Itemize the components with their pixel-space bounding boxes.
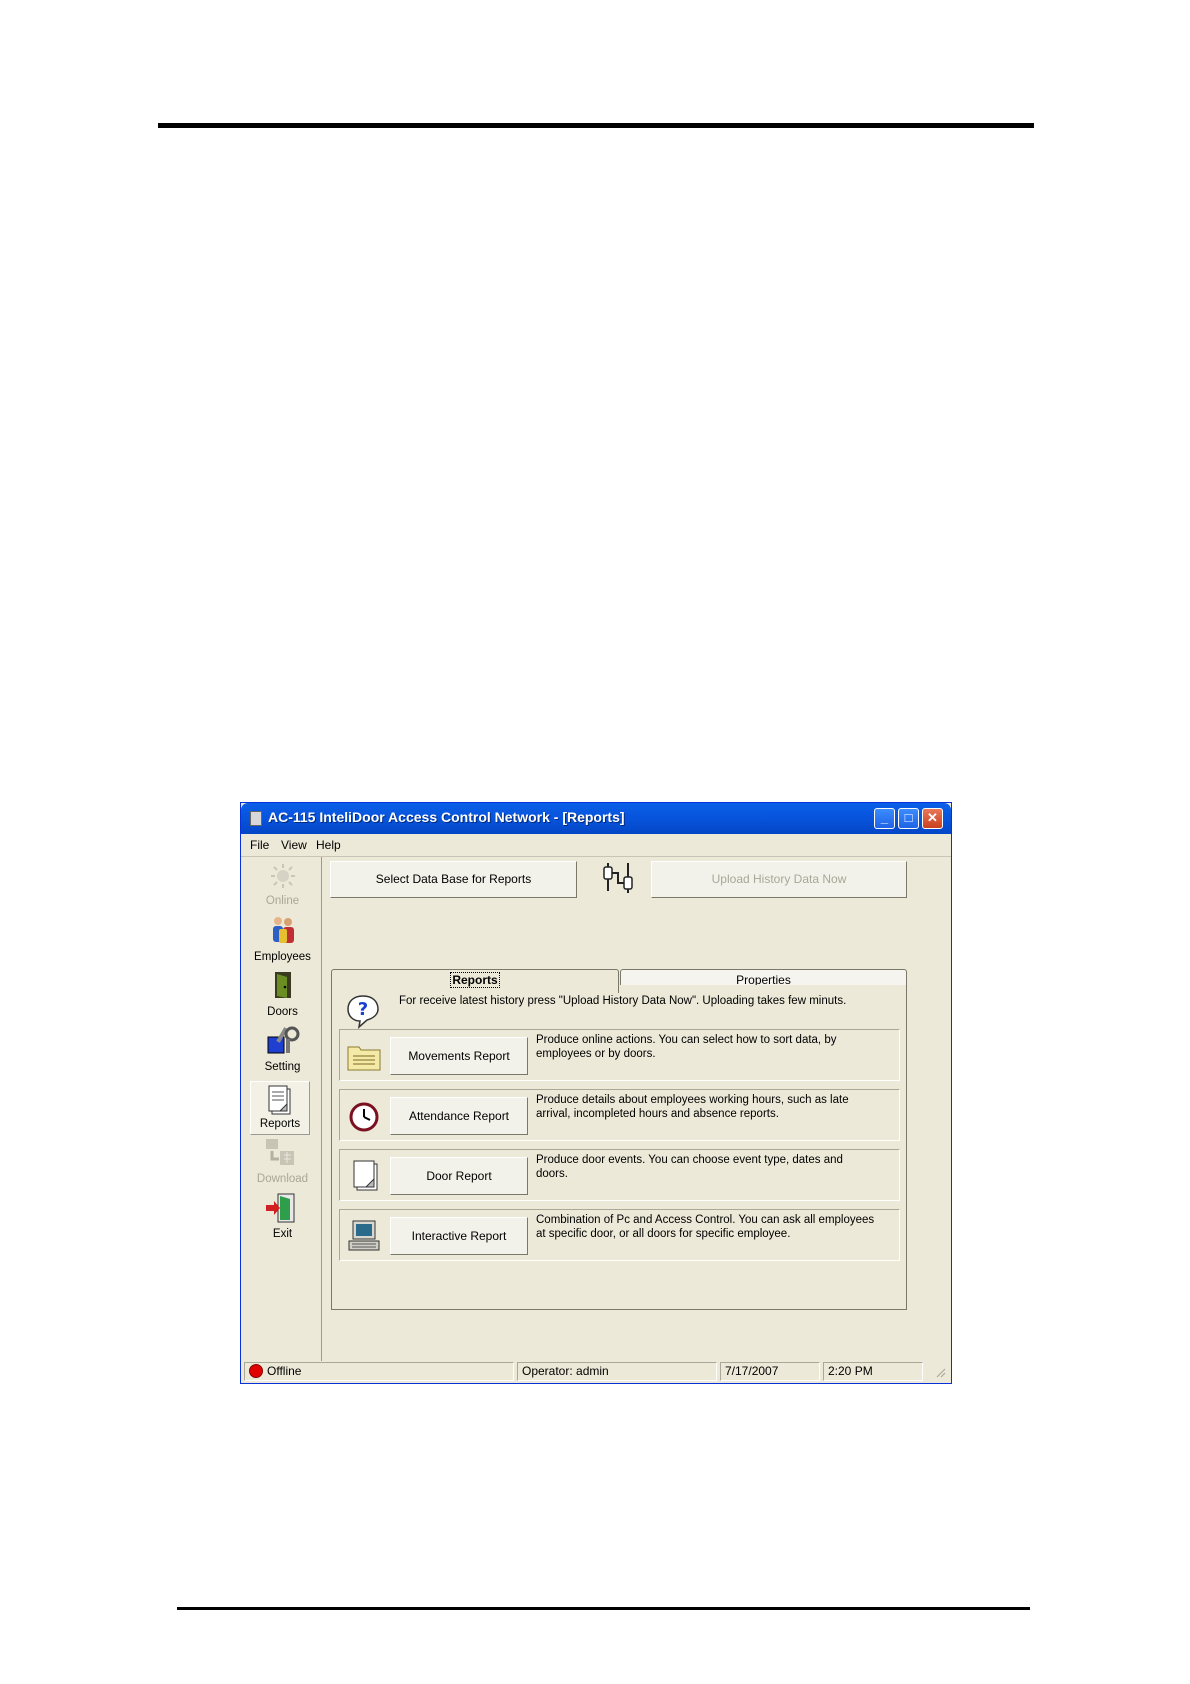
connection-status-text: Offline: [267, 1364, 302, 1378]
sidebar-item-employees[interactable]: Employees: [244, 915, 321, 969]
sidebar-item-label: Setting: [264, 1061, 301, 1073]
attendance-report-description: Produce details about employees working …: [536, 1094, 849, 1120]
operator-status: Operator: admin: [517, 1362, 717, 1381]
download-icon: [266, 1139, 294, 1165]
folder-list-icon: [347, 1046, 381, 1071]
connection-status: Offline: [244, 1362, 514, 1381]
report-row-door: Door Report Produce door events. You can…: [339, 1149, 900, 1201]
help-question-icon: ?: [347, 995, 379, 1029]
movements-report-button[interactable]: Movements Report: [390, 1037, 528, 1075]
window-title: AC-115 InteliDoor Access Control Network…: [268, 809, 625, 825]
app-window: AC-115 InteliDoor Access Control Network…: [240, 802, 952, 1384]
sidebar-item-online[interactable]: Online: [244, 859, 321, 913]
sun-icon: [271, 864, 295, 888]
tab-reports[interactable]: Reports: [331, 969, 619, 993]
interactive-report-button[interactable]: Interactive Report: [390, 1217, 528, 1255]
sidebar-item-doors[interactable]: Doors: [244, 970, 321, 1024]
sidebar-item-label: Download: [256, 1173, 309, 1185]
select-database-button[interactable]: Select Data Base for Reports: [330, 861, 577, 898]
people-icon: [273, 917, 294, 943]
sidebar-item-download[interactable]: Download: [244, 1137, 321, 1191]
sidebar-item-setting[interactable]: Setting: [244, 1025, 321, 1079]
sidebar-item-label: Employees: [254, 951, 311, 963]
app-icon: [250, 811, 262, 826]
document-icon: [353, 1160, 378, 1191]
connection-icon: [603, 863, 633, 893]
interactive-report-description: Combination of Pc and Access Control. Yo…: [536, 1214, 875, 1240]
minimize-button[interactable]: _: [874, 808, 895, 829]
door-icon: [275, 972, 291, 998]
tab-reports-label: Reports: [450, 972, 500, 988]
door-report-description: Produce door events. You can choose even…: [536, 1154, 843, 1180]
menu-view[interactable]: View: [281, 838, 307, 852]
tools-icon: [267, 1026, 300, 1054]
status-time: 2:20 PM: [823, 1362, 923, 1381]
menu-help[interactable]: Help: [316, 838, 341, 852]
page-top-rule: [158, 123, 1034, 128]
upload-history-button[interactable]: Upload History Data Now: [651, 861, 907, 898]
door-report-button[interactable]: Door Report: [390, 1157, 528, 1195]
exit-icon: [266, 1193, 295, 1223]
sidebar-item-label: Reports: [259, 1118, 301, 1130]
attendance-report-button[interactable]: Attendance Report: [390, 1097, 528, 1135]
sidebar-item-reports[interactable]: Reports: [250, 1081, 310, 1135]
svg-text:?: ?: [358, 999, 368, 1020]
upload-instructions: For receive latest history press "Upload…: [399, 995, 847, 1007]
page-bottom-rule: [177, 1607, 1030, 1610]
close-button[interactable]: ✕: [922, 808, 943, 829]
sidebar-item-label: Doors: [267, 1006, 298, 1018]
maximize-button[interactable]: □: [898, 808, 919, 829]
status-bar: Offline Operator: admin 7/17/2007 2:20 P…: [244, 1362, 948, 1382]
sidebar-item-label: Exit: [272, 1228, 293, 1240]
report-row-attendance: Attendance Report Produce details about …: [339, 1089, 900, 1141]
status-date: 7/17/2007: [720, 1362, 820, 1381]
resize-grip-icon[interactable]: [934, 1366, 946, 1378]
movements-report-description: Produce online actions. You can select h…: [536, 1034, 837, 1060]
sidebar: Online Employees Doors Setting Reports D…: [244, 857, 322, 1361]
sidebar-item-label: Online: [265, 895, 300, 907]
computer-icon: [348, 1220, 380, 1251]
title-bar[interactable]: AC-115 InteliDoor Access Control Network…: [241, 803, 951, 834]
menu-file[interactable]: File: [250, 838, 269, 852]
report-row-interactive: Interactive Report Combination of Pc and…: [339, 1209, 900, 1261]
report-row-movements: Movements Report Produce online actions.…: [339, 1029, 900, 1081]
sidebar-item-exit[interactable]: Exit: [244, 1192, 321, 1246]
clock-icon: [349, 1102, 379, 1132]
document-icon: [268, 1085, 291, 1115]
offline-indicator-icon: [249, 1364, 263, 1378]
menu-bar: File View Help: [241, 834, 951, 857]
